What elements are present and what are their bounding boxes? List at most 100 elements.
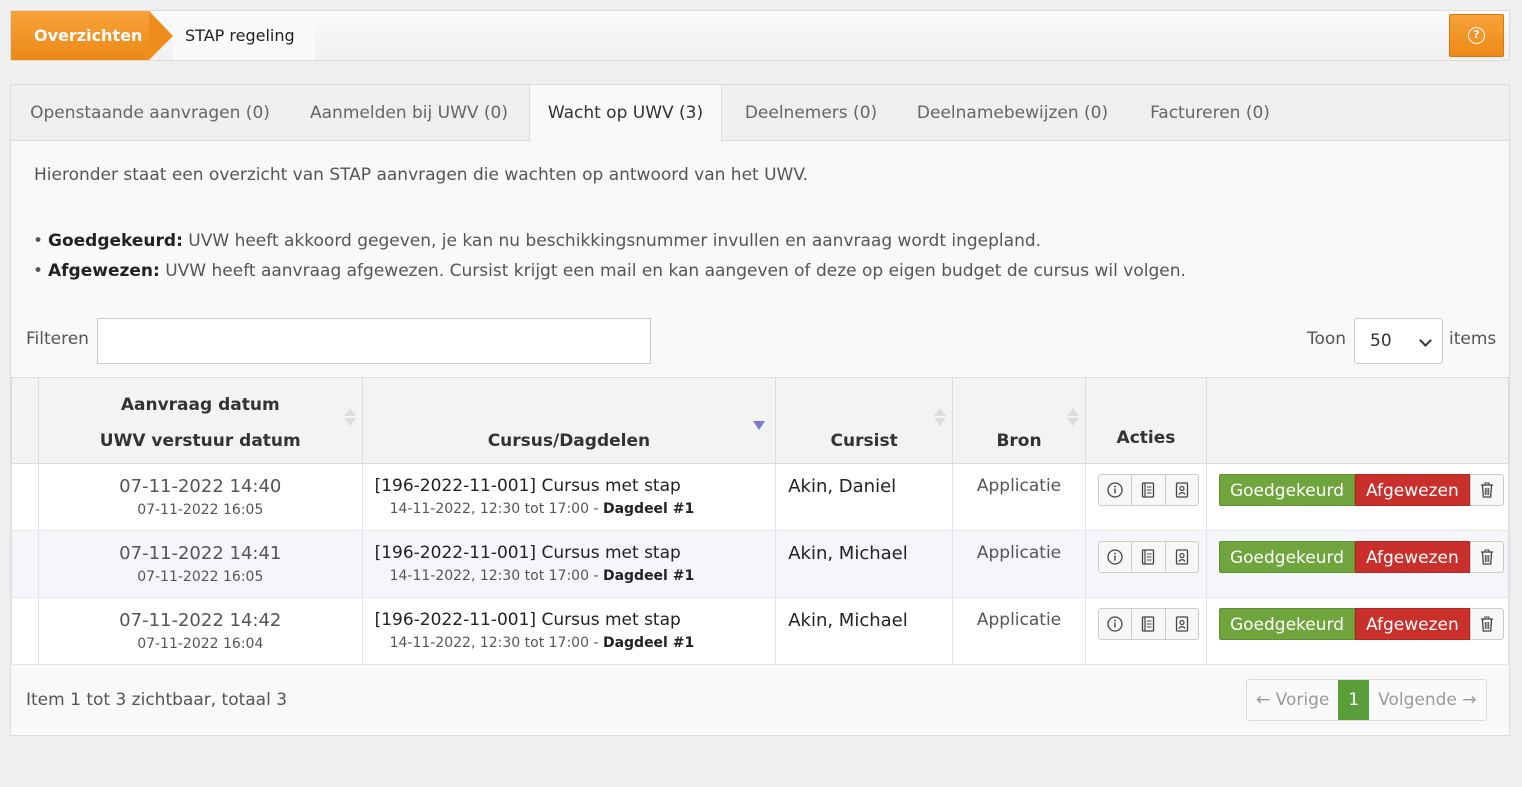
student-button[interactable] [1166,609,1198,639]
bron-cell: Applicatie [952,463,1086,531]
goedgekeurd-button[interactable]: Goedgekeurd [1218,474,1355,506]
info-button[interactable] [1099,475,1133,505]
contact-card-icon [1175,616,1188,632]
filter-label: Filteren [26,329,89,349]
pager-prev[interactable]: ← Vorige [1247,680,1338,720]
row-select-cell [11,463,39,531]
trash-icon [1480,616,1493,632]
course-title: [196-2022-11-001] Cursus met stap [374,476,681,496]
tab-wacht-op-uwv[interactable]: Wacht op UWV (3) [529,85,722,142]
table-row: 07-11-2022 14:41 07-11-2022 16:05 [196-2… [11,530,1510,598]
contact-card-icon [1175,482,1188,498]
book-icon [1142,482,1155,498]
actions-cell [1084,463,1207,531]
trash-icon [1480,549,1493,565]
legend-item-goedgekeurd: • Goedgekeurd: UVW heeft akkoord gegeven,… [33,230,1186,260]
header-acties: Acties [1084,377,1207,464]
course-title: [196-2022-11-001] Cursus met stap [374,543,681,563]
info-button[interactable] [1099,609,1133,639]
course-cell: [196-2022-11-001] Cursus met stap 14-11-… [361,597,777,665]
student-button[interactable] [1166,475,1198,505]
breadcrumb: Overzichten STAP regeling ? [10,10,1510,61]
breadcrumb-overzichten[interactable]: Overzichten [11,11,149,60]
decision-cell: Goedgekeurd Afgewezen [1205,463,1510,531]
student-button[interactable] [1166,542,1198,572]
legend-text: UVW heeft aanvraag afgewezen. Cursist kr… [159,261,1186,281]
help-button[interactable]: ? [1449,14,1504,57]
breadcrumb-current: STAP regeling [173,11,315,60]
course-details-button[interactable] [1132,609,1166,639]
course-details-button[interactable] [1132,475,1166,505]
decision-cell: Goedgekeurd Afgewezen [1205,597,1510,665]
pagesize-label: Toon [1307,329,1347,349]
sort-icon [934,408,947,426]
table-summary: Item 1 tot 3 zichtbaar, totaal 3 [26,690,288,710]
trash-icon [1480,482,1493,498]
contact-card-icon [1175,549,1188,565]
bron-cell: Applicatie [952,530,1086,598]
delete-button[interactable] [1469,608,1504,640]
pagesize-select[interactable]: 50 [1354,318,1443,364]
header-cursist[interactable]: Cursist [775,377,954,464]
afgewezen-button[interactable]: Afgewezen [1354,608,1470,640]
bron-cell: Applicatie [952,597,1086,665]
header-acties-label: Acties [1116,428,1176,448]
filter-input[interactable] [97,318,651,364]
afgewezen-button[interactable]: Afgewezen [1354,474,1470,506]
legend-text: UVW heeft akkoord gegeven, je kan nu bes… [182,231,1042,251]
info-button[interactable] [1099,542,1133,572]
course-details-button[interactable] [1132,542,1166,572]
aanvraag-datum: 07-11-2022 14:42 [119,610,282,631]
action-buttons [1097,541,1199,573]
course-title: [196-2022-11-001] Cursus met stap [374,610,681,630]
delete-button[interactable] [1469,474,1504,506]
dagdeel-label: Dagdeel #1 [602,635,695,651]
bullet-icon: • [33,231,44,251]
aanvraag-datum: 07-11-2022 14:40 [119,476,282,497]
book-icon [1142,616,1155,632]
course-time-text: 14-11-2022, 12:30 tot 17:00 - [389,635,603,651]
afgewezen-button[interactable]: Afgewezen [1354,541,1470,573]
cursist-cell: Akin, Daniel [775,463,954,531]
tab-factureren[interactable]: Factureren (0) [1125,85,1295,141]
pagesize-value: 50 [1370,331,1392,351]
pagination: ← Vorige 1 Volgende → [1246,679,1487,721]
date-cell: 07-11-2022 14:42 07-11-2022 16:04 [37,597,363,665]
requests-table: Aanvraag datum UWV verstuur datum Cursus… [11,377,1510,665]
row-select-cell [11,530,39,598]
intro-text: Hieronder staat een overzicht van STAP a… [34,165,809,185]
info-icon [1107,482,1123,498]
legend-item-afgewezen: • Afgewezen: UVW heeft aanvraag afgewezen… [33,260,1186,290]
pager-current[interactable]: 1 [1338,680,1370,720]
header-cursus[interactable]: Cursus/Dagdelen [361,377,777,464]
tab-bar: Openstaande aanvragen (0) Aanmelden bij … [11,85,1509,142]
delete-button[interactable] [1469,541,1504,573]
dagdeel-label: Dagdeel #1 [602,501,695,517]
tab-deelnemers[interactable]: Deelnemers (0) [722,85,900,141]
question-icon: ? [1468,27,1485,44]
info-icon [1107,549,1123,565]
course-time-text: 14-11-2022, 12:30 tot 17:00 - [389,501,603,517]
table-header: Aanvraag datum UWV verstuur datum Cursus… [11,377,1510,464]
tab-openstaande-aanvragen[interactable]: Openstaande aanvragen (0) [11,85,289,141]
uwv-verstuur-datum: 07-11-2022 16:05 [137,569,264,585]
header-dates[interactable]: Aanvraag datum UWV verstuur datum [37,377,363,464]
aanvraag-datum: 07-11-2022 14:41 [119,543,282,564]
course-cell: [196-2022-11-001] Cursus met stap 14-11-… [361,530,777,598]
cursist-cell: Akin, Michael [775,597,954,665]
course-time: 14-11-2022, 12:30 tot 17:00 - Dagdeel #1 [375,635,776,651]
course-time: 14-11-2022, 12:30 tot 17:00 - Dagdeel #1 [375,501,776,517]
goedgekeurd-button[interactable]: Goedgekeurd [1218,608,1355,640]
row-select-cell [11,597,39,665]
header-bron[interactable]: Bron [952,377,1086,464]
goedgekeurd-button[interactable]: Goedgekeurd [1218,541,1355,573]
pager-next[interactable]: Volgende → [1369,680,1485,720]
book-icon [1142,549,1155,565]
tab-deelnamebewijzen[interactable]: Deelnamebewijzen (0) [900,85,1125,141]
course-time-text: 14-11-2022, 12:30 tot 17:00 - [389,568,603,584]
header-select [11,377,39,464]
status-legend: • Goedgekeurd: UVW heeft akkoord gegeven,… [33,230,1186,290]
course-time: 14-11-2022, 12:30 tot 17:00 - Dagdeel #1 [375,568,776,584]
tab-aanmelden-bij-uwv[interactable]: Aanmelden bij UWV (0) [289,85,529,141]
header-aanvraag-datum: Aanvraag datum [120,395,280,415]
